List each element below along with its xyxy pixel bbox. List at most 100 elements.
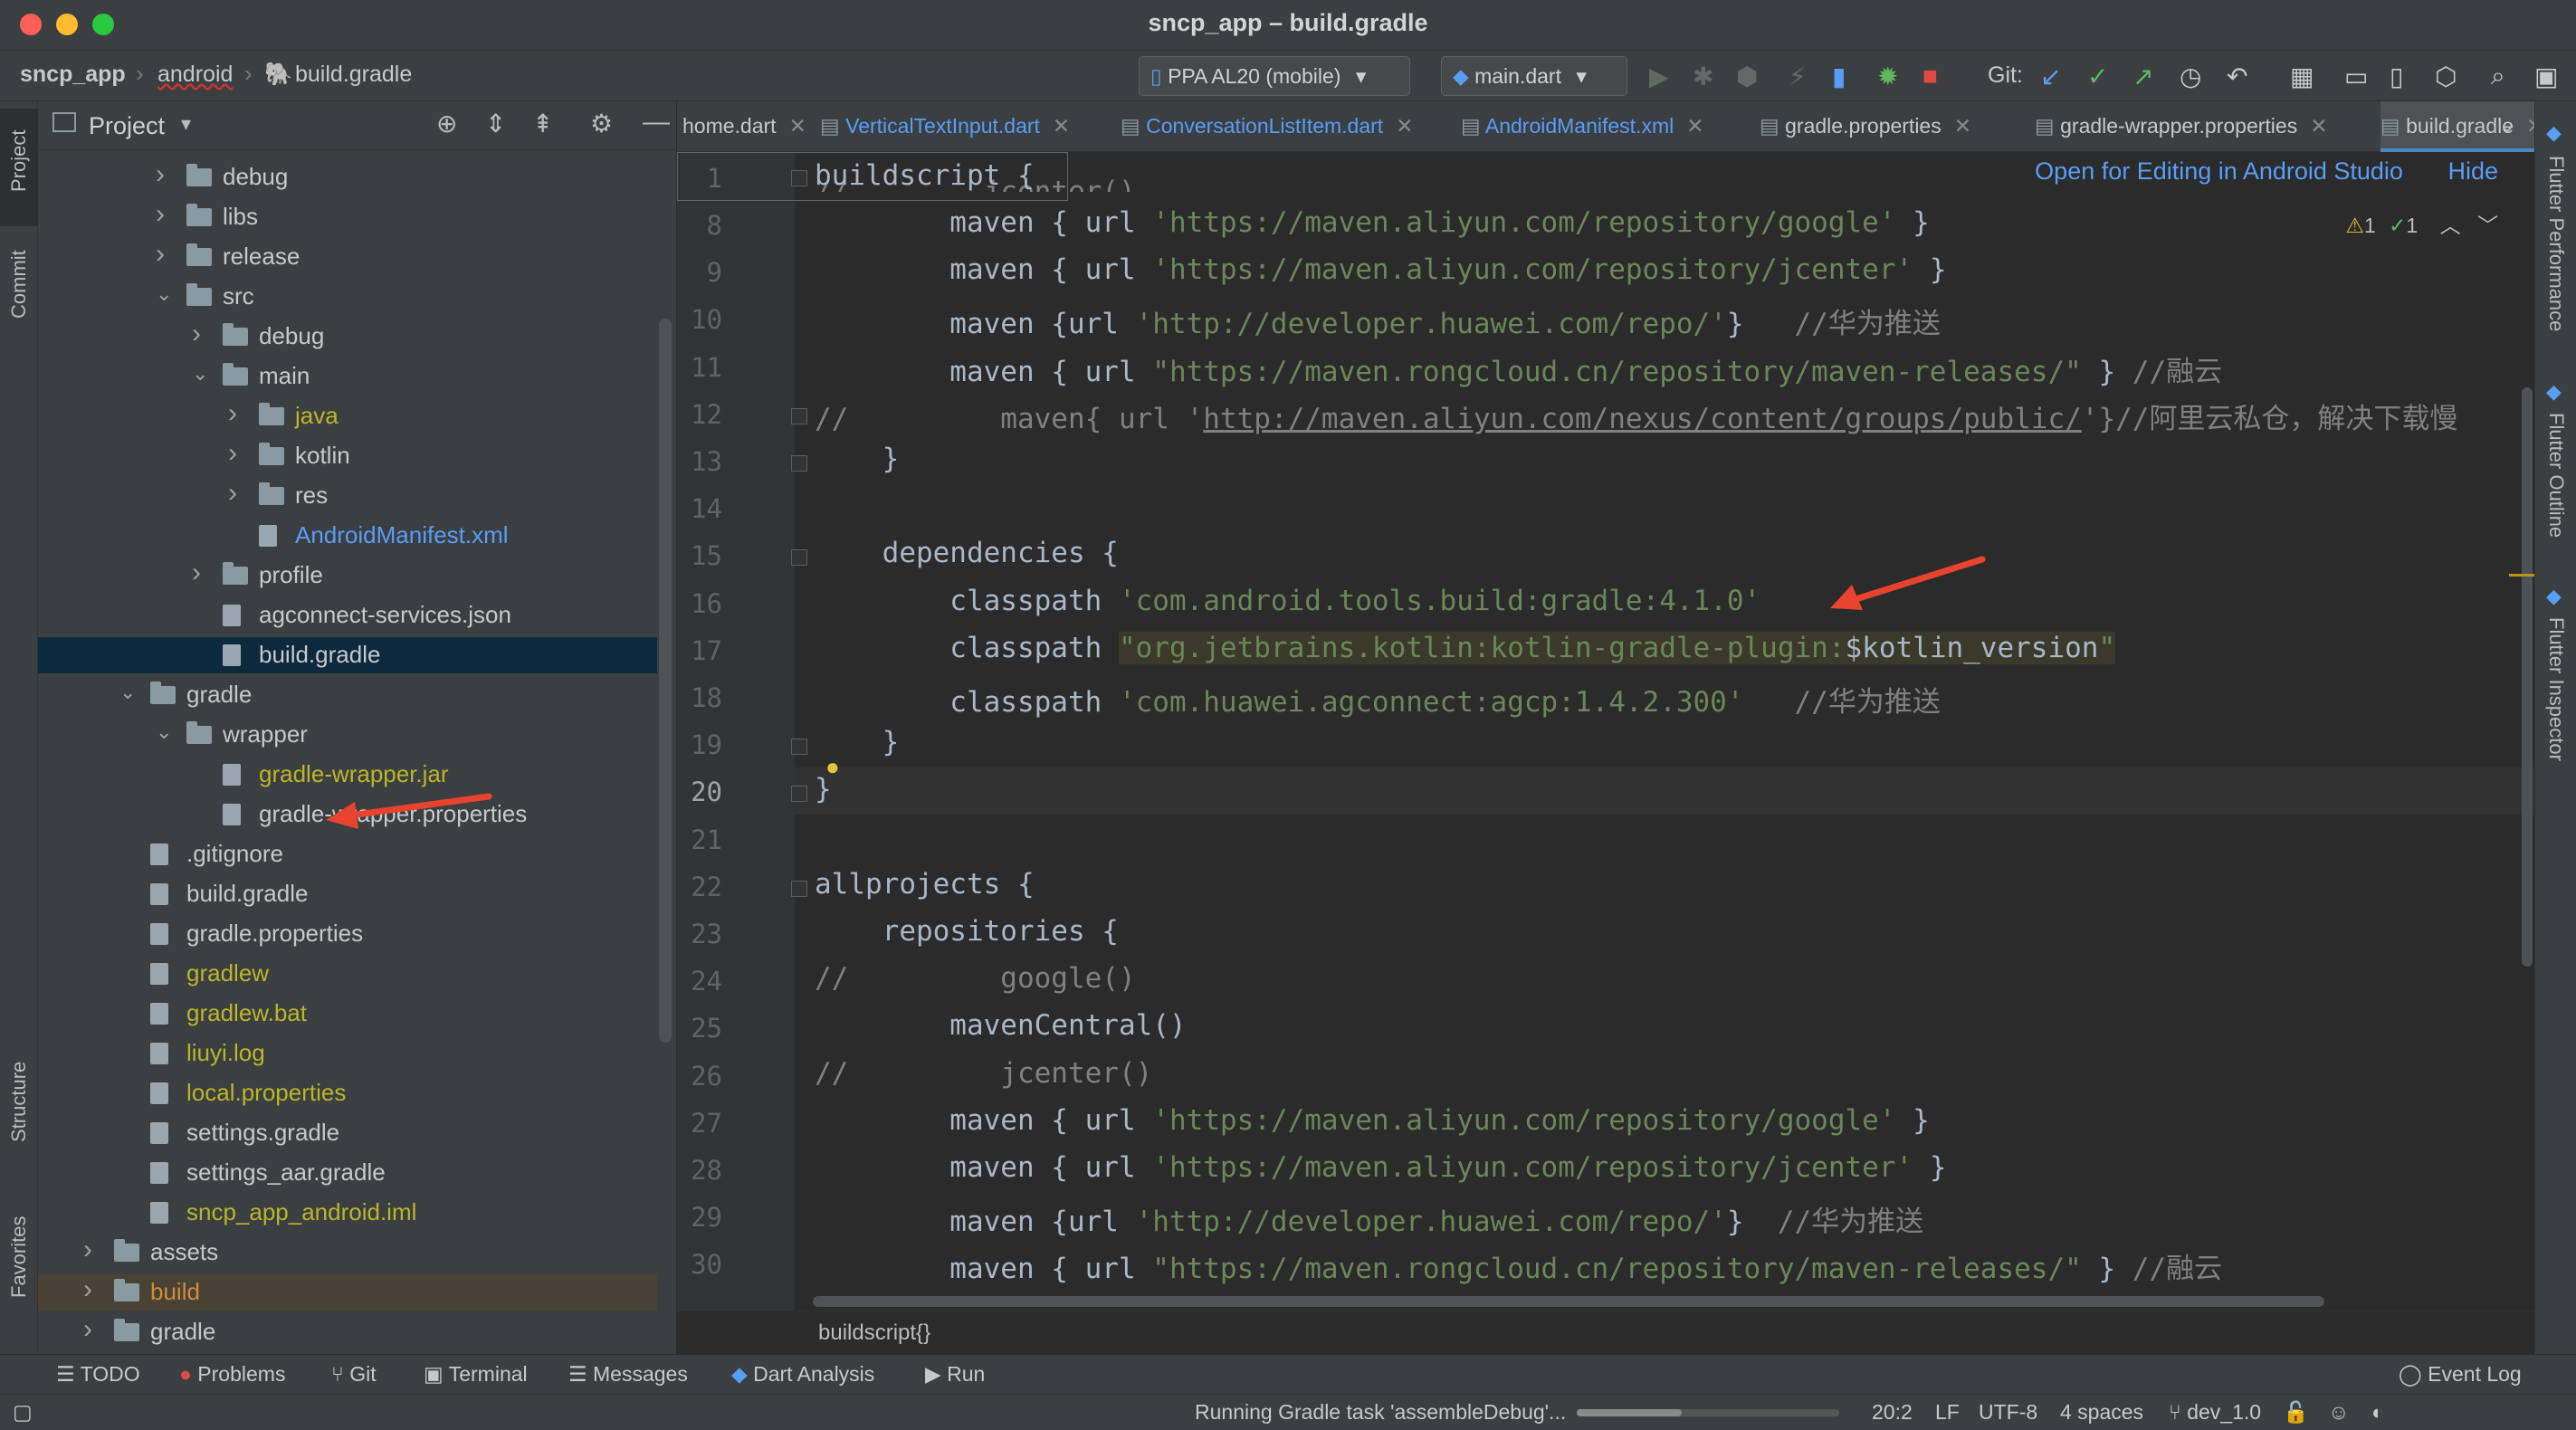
todo-tool-button[interactable]: ☰ TODO: [56, 1362, 140, 1387]
git-commit-icon[interactable]: ✓: [2087, 62, 2108, 91]
close-tab-icon[interactable]: ✕: [2310, 114, 2327, 138]
chevron-right-icon[interactable]: ›: [228, 398, 237, 429]
tree-file-row[interactable]: liuyi.log: [38, 1035, 657, 1072]
chevron-right-icon[interactable]: ›: [83, 1274, 92, 1305]
chevron-right-icon[interactable]: ›: [192, 558, 201, 588]
tree-folder-row[interactable]: › profile: [38, 558, 657, 594]
run-icon[interactable]: ▶: [1649, 62, 1669, 91]
collapse-all-icon[interactable]: ⇞: [532, 109, 553, 138]
line-separator[interactable]: LF: [1935, 1400, 1960, 1425]
lock-icon[interactable]: 🔓: [2283, 1400, 2309, 1425]
chevron-down-icon[interactable]: ⌄: [156, 720, 172, 744]
close-tab-icon[interactable]: ✕: [1686, 114, 1703, 138]
messages-tool-button[interactable]: ☰ Messages: [568, 1362, 688, 1387]
editor-tab[interactable]: ▤ gradle.properties ✕: [1760, 101, 2022, 152]
problems-tool-button[interactable]: ● Problems: [179, 1362, 285, 1387]
tree-file-row[interactable]: build.gradle: [38, 876, 657, 912]
indent-setting[interactable]: 4 spaces: [2060, 1400, 2143, 1425]
git-history-icon[interactable]: ◷: [2180, 62, 2201, 91]
breadcrumb-module[interactable]: android: [157, 62, 233, 88]
project-tool-button[interactable]: Project: [7, 130, 31, 192]
structure-tool-button[interactable]: Structure: [7, 1062, 31, 1142]
favorites-tool-button[interactable]: Favorites: [7, 1216, 31, 1298]
chevron-down-icon[interactable]: ⌄: [2498, 112, 2516, 138]
vertical-scrollbar[interactable]: [2522, 387, 2533, 967]
tree-file-row[interactable]: agconnect-services.json: [38, 597, 657, 634]
event-log-tool-button[interactable]: ◯ Event Log: [2399, 1362, 2522, 1387]
chevron-down-icon[interactable]: ﹀: [2477, 214, 2498, 237]
fold-marker-icon[interactable]: [791, 170, 807, 186]
tree-folder-row[interactable]: › gradle: [38, 1314, 657, 1350]
tree-file-row[interactable]: settings.gradle: [38, 1115, 657, 1151]
background-task-text[interactable]: Running Gradle task 'assembleDebug'...: [1195, 1400, 1566, 1425]
flutter-performance-tool-button[interactable]: Flutter Performance: [2544, 156, 2568, 331]
chevron-right-icon[interactable]: ›: [156, 239, 165, 270]
chevron-right-icon[interactable]: ›: [156, 159, 165, 190]
tree-file-row[interactable]: gradlew: [38, 956, 657, 992]
inspection-widget[interactable]: ⚠1 ✓1 ︿ ﹀: [2345, 208, 2498, 239]
breadcrumb-file[interactable]: build.gradle: [295, 62, 412, 88]
chevron-right-icon[interactable]: ›: [192, 319, 201, 349]
tree-folder-row[interactable]: › debug: [38, 159, 657, 195]
close-tab-icon[interactable]: ✕: [1954, 114, 1971, 138]
tree-file-row[interactable]: gradlew.bat: [38, 996, 657, 1032]
tree-folder-row[interactable]: › kotlin: [38, 438, 657, 474]
stop-icon[interactable]: ■: [1922, 62, 1938, 91]
chevron-down-icon[interactable]: ⌄: [119, 681, 136, 704]
git-branch[interactable]: ⑂ dev_1.0: [2169, 1400, 2261, 1425]
lightbulb-icon[interactable]: ●: [825, 753, 840, 781]
device-manager-icon[interactable]: ▮: [1832, 62, 1846, 91]
code-editor[interactable]: 1 8 9 10 11 12 13 14 15 16 17 18 19 20 21 22 23 24 25 26 27 2…: [677, 152, 2534, 1311]
fold-marker-icon[interactable]: [791, 739, 807, 756]
close-tab-icon[interactable]: ✕: [789, 114, 806, 138]
editor-tab[interactable]: home.dart ✕: [682, 101, 807, 152]
close-tab-icon[interactable]: ✕: [1053, 114, 1070, 138]
tree-folder-row[interactable]: › res: [38, 478, 657, 514]
editor-tab[interactable]: ▤ AndroidManifest.xml ✕: [1461, 101, 1747, 152]
tree-folder-row[interactable]: ⌄ main: [38, 358, 657, 395]
breadcrumb-scope[interactable]: buildscript{}: [818, 1320, 930, 1346]
smiley-icon[interactable]: ☺: [2328, 1400, 2349, 1425]
tree-folder-row[interactable]: › debug: [38, 319, 657, 355]
project-view-title[interactable]: Project: [89, 112, 165, 140]
avatar-icon[interactable]: ▣: [2534, 62, 2558, 91]
tree-file-row[interactable]: gradle.properties: [38, 916, 657, 952]
fold-marker-icon[interactable]: [791, 786, 807, 803]
run-tool-button[interactable]: ▶ Run: [925, 1362, 985, 1387]
chevron-down-icon[interactable]: ⌄: [192, 362, 208, 386]
editor-tab[interactable]: ▤ VerticalTextInput.dart ✕: [820, 101, 1108, 152]
toggle-tool-windows-icon[interactable]: ▢: [13, 1400, 33, 1425]
debug-icon[interactable]: ✱: [1693, 62, 1713, 91]
apply-changes-icon[interactable]: ✹: [1877, 62, 1898, 91]
tree-folder-row[interactable]: ⌄ src: [38, 279, 657, 315]
memory-indicator-icon[interactable]: ◐: [2371, 1400, 2384, 1425]
tree-file-row[interactable]: build.gradle: [38, 637, 657, 673]
dart-analysis-tool-button[interactable]: ◆ Dart Analysis: [731, 1362, 874, 1387]
project-structure-icon[interactable]: ▦: [2290, 62, 2314, 91]
tree-folder-row[interactable]: › java: [38, 398, 657, 434]
git-rollback-icon[interactable]: ↶: [2227, 62, 2247, 91]
chevron-right-icon[interactable]: ›: [83, 1235, 92, 1265]
flutter-outline-tool-button[interactable]: Flutter Outline: [2544, 413, 2568, 538]
expand-all-icon[interactable]: ⇕: [485, 109, 506, 138]
tree-folder-row[interactable]: › build: [38, 1274, 657, 1311]
tree-folder-row[interactable]: › libs: [38, 199, 657, 235]
tree-file-row[interactable]: settings_aar.gradle: [38, 1155, 657, 1191]
locate-file-icon[interactable]: ⊕: [436, 109, 457, 138]
git-update-icon[interactable]: ↙: [2040, 62, 2061, 91]
chevron-down-icon[interactable]: ⌄: [156, 282, 172, 306]
editor-tab[interactable]: ▤ ConversationListItem.dart ✕: [1121, 101, 1448, 152]
fold-marker-icon[interactable]: [791, 880, 807, 897]
search-icon[interactable]: ⌕: [2491, 62, 2505, 91]
chevron-right-icon[interactable]: ›: [228, 438, 237, 469]
tree-folder-row[interactable]: ⌄ wrapper: [38, 717, 657, 753]
tree-folder-row[interactable]: › assets: [38, 1235, 657, 1271]
git-push-icon[interactable]: ↗: [2132, 62, 2153, 91]
tree-file-row[interactable]: local.properties: [38, 1075, 657, 1111]
chevron-right-icon[interactable]: ›: [83, 1314, 92, 1345]
caret-position[interactable]: 20:2: [1872, 1400, 1913, 1425]
layout-inspector-icon[interactable]: ⬡: [2435, 62, 2457, 91]
gear-icon[interactable]: ⚙: [590, 109, 613, 138]
hot-reload-icon[interactable]: ⚡: [1789, 62, 1807, 91]
open-in-android-studio-link[interactable]: Open for Editing in Android Studio: [2035, 157, 2403, 185]
